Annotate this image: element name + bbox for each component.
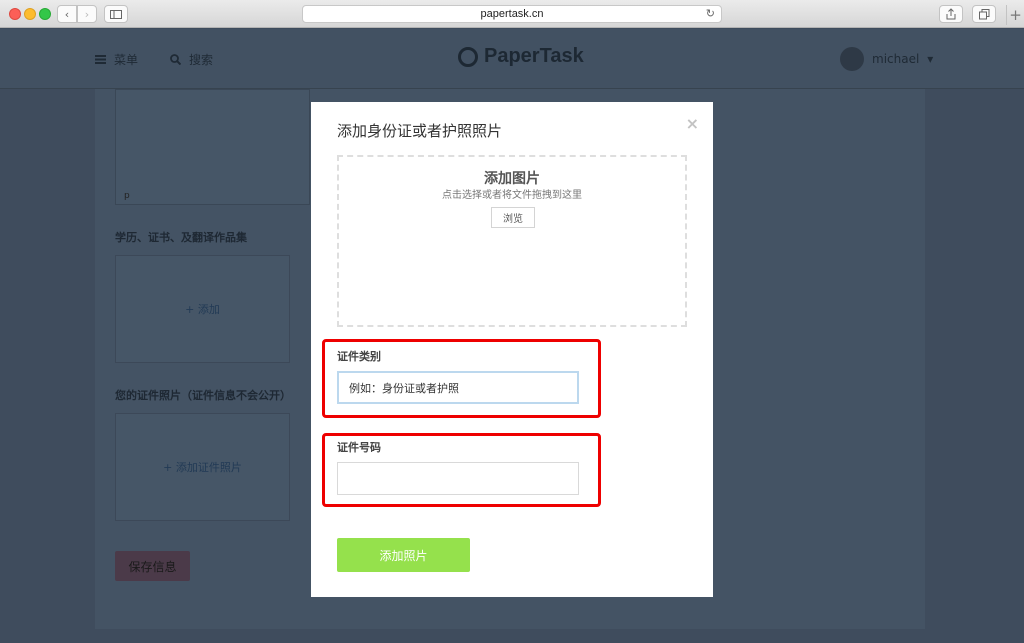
search-button[interactable]: 搜索 — [170, 51, 213, 68]
logo-text: PaperTask — [484, 45, 584, 67]
forward-button[interactable]: › — [77, 5, 97, 23]
modal-title: 添加身份证或者护照照片 — [337, 122, 503, 140]
doc-type-highlight — [322, 339, 601, 418]
user-menu[interactable]: michael ▾ — [840, 47, 933, 71]
save-info-button[interactable]: 保存信息 — [115, 551, 190, 581]
image-upload-dropzone[interactable]: 添加图片 点击选择或者将文件拖拽到这里 浏览 — [337, 155, 687, 327]
tabs-icon — [978, 8, 989, 19]
doc-number-highlight — [322, 433, 601, 507]
id-photo-label: 您的证件照片（证件信息不会公开） — [115, 389, 291, 402]
site-logo[interactable]: PaperTask — [458, 45, 584, 68]
id-photo-add-box[interactable]: + 添加证件照片 — [115, 413, 290, 521]
user-name: michael — [872, 52, 920, 66]
editor-path: p — [124, 191, 130, 201]
search-label: 搜索 — [189, 53, 214, 67]
upload-title: 添加图片 — [484, 171, 540, 187]
avatar — [840, 47, 864, 71]
site-header: 菜单 搜索 PaperTask michael ▾ — [0, 29, 1024, 89]
search-icon — [170, 54, 181, 65]
bio-editor[interactable]: p — [115, 89, 310, 205]
add-photo-button[interactable]: 添加照片 — [337, 538, 470, 572]
menu-label: 菜单 — [114, 53, 139, 67]
share-icon — [946, 8, 956, 20]
add-credential-link[interactable]: + 添加 — [185, 301, 220, 317]
menu-button[interactable]: 菜单 — [95, 51, 138, 68]
minimize-window-button[interactable] — [24, 8, 36, 20]
address-bar[interactable]: papertask.cn ↻ — [302, 5, 722, 23]
add-id-photo-link[interactable]: + 添加证件照片 — [163, 459, 242, 475]
browser-toolbar: ‹ › papertask.cn ↻ + — [0, 0, 1024, 28]
close-icon[interactable]: × — [686, 114, 699, 133]
reload-icon[interactable]: ↻ — [706, 7, 715, 20]
sidebar-icon — [110, 9, 122, 19]
close-window-button[interactable] — [9, 8, 21, 20]
credentials-label: 学历、证书、及翻译作品集 — [115, 231, 247, 244]
new-tab-button[interactable]: + — [1006, 5, 1024, 25]
chevron-left-icon: ‹ — [64, 7, 70, 21]
chevron-right-icon: › — [84, 7, 90, 21]
check-circle-icon — [458, 46, 478, 67]
zoom-window-button[interactable] — [39, 8, 51, 20]
show-tabs-button[interactable] — [972, 5, 996, 23]
plus-icon: + — [1009, 6, 1022, 24]
upload-hint: 点击选择或者将文件拖拽到这里 — [442, 190, 582, 201]
credentials-add-box[interactable]: + 添加 — [115, 255, 290, 363]
url-text: papertask.cn — [480, 8, 544, 20]
share-button[interactable] — [939, 5, 963, 23]
back-button[interactable]: ‹ — [57, 5, 77, 23]
sidebar-toggle-button[interactable] — [104, 5, 128, 23]
menu-icon — [95, 55, 106, 64]
caret-down-icon: ▾ — [927, 52, 934, 66]
browse-button[interactable]: 浏览 — [491, 207, 535, 228]
